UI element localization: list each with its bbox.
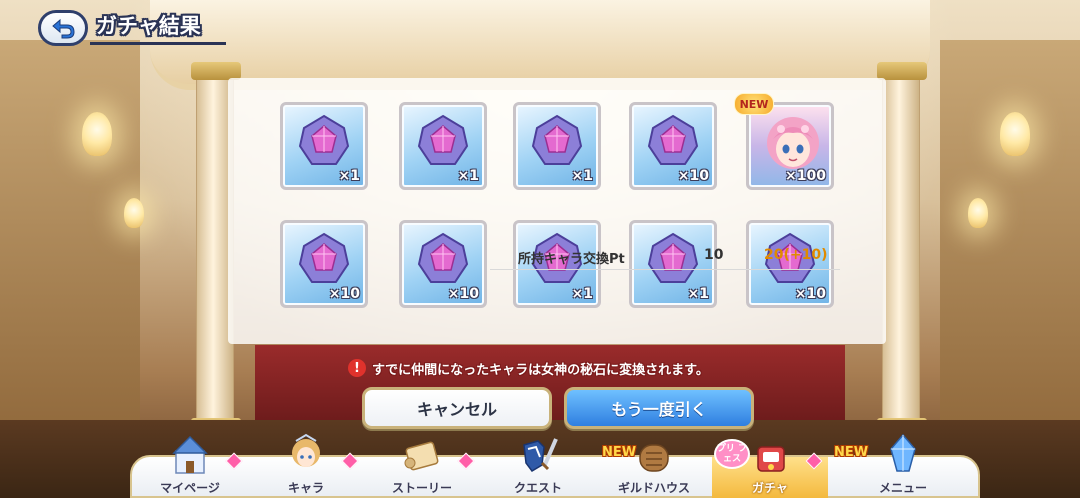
gacha-icon [757,446,785,472]
nav-label: クエスト [513,481,562,495]
result-qty: ×1 [571,286,593,302]
nav-label: マイページ [160,481,220,495]
nav-item-menu[interactable]: NEW メニュー [828,433,978,498]
cancel-button[interactable]: キャンセル [362,387,552,429]
goddess-stone-icon [647,114,699,165]
title-underline [90,42,226,45]
castle-icon [172,435,208,474]
nav-label: メニュー [878,481,927,495]
result-qty: ×1 [338,168,360,184]
notification-diamond-icon [225,452,243,470]
sword-shield-icon [523,438,558,472]
lamp-icon [82,112,112,156]
character-icon [292,433,320,467]
result-qty: ×1 [571,168,593,184]
result-qty: ×10 [794,286,826,302]
nav-item-quest[interactable]: クエスト [480,438,596,498]
nav-item-character[interactable]: キャラ [248,433,364,498]
lamp-icon [1000,112,1030,156]
result-qty: ×10 [447,286,479,302]
back-button[interactable] [38,10,88,46]
goddess-stone-icon [531,114,583,165]
result-qty: ×1 [687,286,709,302]
result-item-1[interactable]: ×1 [280,102,368,190]
house-icon [639,444,669,472]
result-item-4[interactable]: ×10 [629,102,717,190]
exchange-points-before: 10 [704,247,724,263]
nav-label: ガチャ [752,481,788,495]
notification-diamond-icon [341,452,359,470]
nav-item-mypage[interactable]: マイページ [132,435,248,498]
page-title-wrap: ガチャ結果 [90,8,230,48]
nav-item-guildhouse[interactable]: NEW ギルドハウス [596,444,712,498]
bottom-nav: マイページ キャラ ストーリー クエスト NEW ギルドハウス プリ フェス ガ… [130,433,980,498]
lamp-icon [124,198,144,228]
nav-item-gacha[interactable]: プリ フェス ガチャ [712,439,828,498]
result-item-2[interactable]: ×1 [399,102,487,190]
notification-diamond-icon [805,452,823,470]
nav-label: ギルドハウス [617,481,690,495]
warning-icon: ! [348,359,366,377]
nav-label: キャラ [287,481,324,495]
crystal-icon [890,433,916,472]
goddess-stone-icon [298,114,350,165]
result-qty: ×1 [457,168,479,184]
result-item-3[interactable]: ×1 [513,102,601,190]
background-pillar-right [877,62,927,438]
scroll-icon [404,441,439,471]
nav-item-story[interactable]: ストーリー [364,441,480,498]
result-qty: ×10 [328,286,360,302]
new-badge: NEW [834,445,869,460]
exchange-points-row: 所持キャラ交換Pt 10 20(+10) [290,242,850,270]
divider [490,269,840,270]
result-qty: ×10 [677,168,709,184]
exchange-points-label: 所持キャラ交換Pt [518,252,625,267]
lamp-icon [968,198,988,228]
nav-label: ストーリー [391,481,452,495]
background-wall-left [0,40,140,460]
exchange-points-after: 20(+10) [764,247,828,263]
back-arrow-icon [52,18,75,39]
conversion-notice: ! すでに仲間になったキャラは女神の秘石に変換されます。 [348,357,762,379]
new-badge: NEW [602,445,637,460]
background-arch [150,0,930,90]
background-wall-right [940,40,1080,460]
page-title: ガチャ結果 [96,14,201,38]
notice-text: すでに仲間になったキャラは女神の秘石に変換されます。 [372,362,709,378]
result-qty: ×100 [785,168,826,184]
result-item-5-character[interactable]: ×100 [746,102,834,190]
new-badge: NEW [734,93,774,115]
draw-again-button[interactable]: もう一度引く [564,387,754,429]
goddess-stone-icon [417,114,469,165]
notification-diamond-icon [457,452,475,470]
pri-fes-badge: プリ フェス [714,439,750,469]
